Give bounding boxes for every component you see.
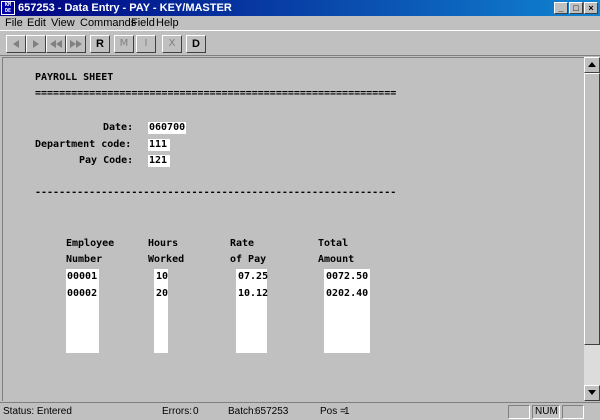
last-record-button[interactable] <box>66 35 86 53</box>
menu-bar: File Edit View Commands Field Help <box>0 16 600 30</box>
employee-header: Employee <box>66 238 115 249</box>
hours-header-sub: Worked <box>148 254 185 265</box>
maximize-button[interactable]: □ <box>569 2 583 14</box>
batch-value: 657253 <box>255 406 289 417</box>
scroll-thumb[interactable] <box>584 73 600 345</box>
triangle-left-icon <box>13 40 19 48</box>
menu-edit[interactable]: Edit <box>27 17 46 29</box>
paycode-label: Pay Code: <box>79 155 134 166</box>
date-label: Date: <box>103 122 134 133</box>
minimize-button[interactable]: _ <box>554 2 568 14</box>
x-button[interactable]: X <box>162 35 182 53</box>
arrow-down-icon <box>588 390 596 395</box>
errors-value: 0 <box>193 406 199 417</box>
row1-employee[interactable]: 00001 <box>66 271 97 283</box>
paycode-field[interactable]: 121 <box>148 155 170 167</box>
i-button[interactable]: I <box>136 35 156 53</box>
double-triangle-right-icon <box>70 40 82 48</box>
double-triangle-left-icon <box>50 40 62 48</box>
rate-header-sub: of Pay <box>230 254 267 265</box>
row2-hours[interactable]: 20 <box>155 288 168 300</box>
vertical-scrollbar[interactable] <box>584 57 600 401</box>
menu-help[interactable]: Help <box>156 17 179 29</box>
department-label: Department code: <box>35 139 132 150</box>
status-panel-blank <box>508 405 530 419</box>
rate-header: Rate <box>230 238 255 249</box>
toolbar: R M I X D <box>0 30 600 56</box>
m-button[interactable]: M <box>114 35 134 53</box>
double-rule: ========================================… <box>35 88 397 99</box>
next-record-button[interactable] <box>26 35 46 53</box>
date-field[interactable]: 060700 <box>148 122 186 134</box>
row1-rate[interactable]: 07.25 <box>237 271 268 283</box>
menu-file[interactable]: File <box>5 17 23 29</box>
num-indicator: NUM <box>532 405 560 419</box>
status-text: Status: Entered <box>3 406 72 417</box>
hours-header: Hours <box>148 238 179 249</box>
pos-label: Pos = <box>320 406 346 417</box>
row2-rate[interactable]: 10.12 <box>237 288 268 300</box>
scroll-up-button[interactable] <box>584 57 600 73</box>
menu-commands[interactable]: Commands <box>80 17 136 29</box>
form-area: PAYROLL SHEET ==========================… <box>2 57 584 401</box>
prev-record-button[interactable] <box>6 35 26 53</box>
status-bar: Status: Entered Errors: 0 Batch: 657253 … <box>0 402 600 420</box>
triangle-right-icon <box>33 40 39 48</box>
close-button[interactable]: × <box>584 2 598 14</box>
app-icon[interactable]: KM DE <box>1 1 15 15</box>
total-header: Total <box>318 238 349 249</box>
department-field[interactable]: 111 <box>148 139 170 151</box>
first-record-button[interactable] <box>46 35 66 53</box>
batch-label: Batch: <box>228 406 257 417</box>
errors-label: Errors: <box>162 406 192 417</box>
single-rule: ----------------------------------------… <box>35 187 397 198</box>
total-header-sub: Amount <box>318 254 355 265</box>
menu-view[interactable]: View <box>51 17 75 29</box>
row1-total[interactable]: 0072.50 <box>325 271 368 283</box>
form-heading: PAYROLL SHEET <box>35 72 114 83</box>
row2-employee[interactable]: 00002 <box>66 288 97 300</box>
record-button[interactable]: R <box>90 35 110 53</box>
row2-total[interactable]: 0202.40 <box>325 288 368 300</box>
row1-hours[interactable]: 10 <box>155 271 168 283</box>
pos-value: 1 <box>344 406 350 417</box>
arrow-up-icon <box>588 62 596 67</box>
employee-header-sub: Number <box>66 254 103 265</box>
scroll-down-button[interactable] <box>584 385 600 401</box>
menu-field[interactable]: Field <box>131 17 155 29</box>
status-panel-end <box>562 405 584 419</box>
window-title: 657253 - Data Entry - PAY - KEY/MASTER <box>18 2 232 14</box>
title-bar: KM DE 657253 - Data Entry - PAY - KEY/MA… <box>0 0 600 16</box>
delete-button[interactable]: D <box>186 35 206 53</box>
